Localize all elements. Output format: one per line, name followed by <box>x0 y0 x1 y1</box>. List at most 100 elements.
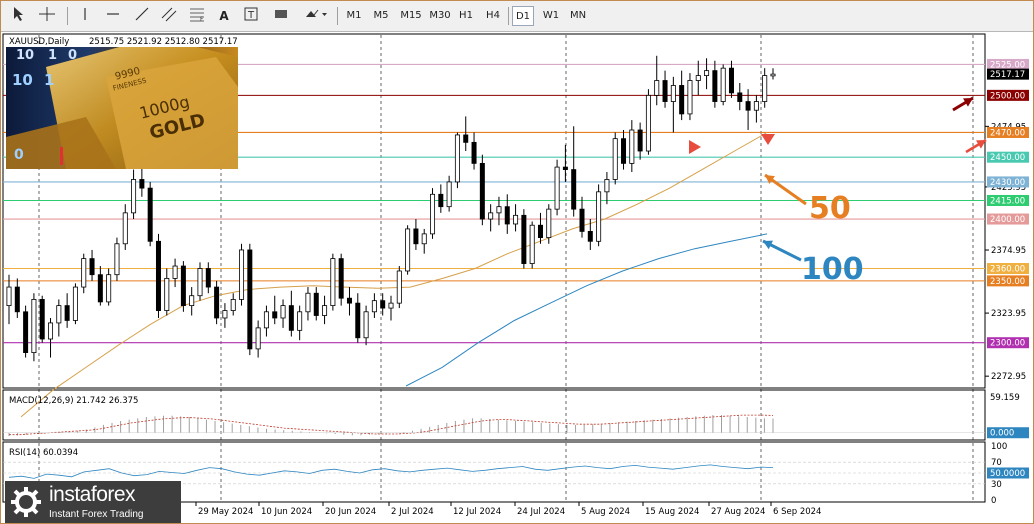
gold-bars-image: 10 1 0 10 1 0 9990 FINENESS 1000g GOLD <box>6 47 238 169</box>
candle-bull <box>454 134 460 183</box>
time-tick-label: 27 Aug 2024 <box>711 507 765 517</box>
candle-bear <box>247 249 253 350</box>
candle-bull <box>56 305 62 324</box>
candle-bear <box>728 67 734 94</box>
timeframe-mn[interactable]: MN <box>566 6 590 26</box>
candle-bear <box>579 208 585 232</box>
time-tick-label: 24 Jul 2024 <box>517 507 565 517</box>
crosshair-icon[interactable] <box>35 6 59 26</box>
trendline-icon[interactable] <box>131 6 153 26</box>
timeframe-h1[interactable]: H1 <box>455 6 477 26</box>
candle-bear <box>662 80 668 102</box>
candle-bear <box>39 299 45 340</box>
candle-bear <box>679 85 685 115</box>
candle-bear <box>205 268 211 288</box>
candle-bear <box>737 92 743 102</box>
watermark-tagline: Instant Forex Trading <box>49 509 144 520</box>
chart-toolbar: F A T M1 M5 M15 M30 H1 H4 D1 W1 MN <box>1 1 1033 32</box>
price-tick-label: 2272.95 <box>991 372 1026 382</box>
candle-bull <box>546 208 552 238</box>
price-tick-label: 2323.95 <box>991 309 1026 319</box>
rectangle-icon[interactable] <box>269 6 293 26</box>
img-digit: 1 <box>44 71 54 89</box>
ma100-annotation-label: 100 <box>801 252 864 287</box>
time-tick-label: 6 Sep 2024 <box>773 507 821 517</box>
candle-bear <box>562 166 568 170</box>
timeframe-d1-active[interactable]: D1 <box>512 6 534 26</box>
candle-bull <box>131 179 137 214</box>
candle-bull <box>172 265 178 279</box>
candle-bear <box>338 258 344 299</box>
svg-text:T: T <box>247 10 255 21</box>
candle-bear <box>272 311 278 319</box>
macd-label: MACD(12,26,9) 21.742 26.375 <box>9 396 138 406</box>
candle-bull <box>330 258 336 307</box>
price-axis: 2474.952425.952374.952323.952272.952525.… <box>985 32 1033 523</box>
candle-bear <box>413 228 419 245</box>
candle-bear <box>471 141 477 164</box>
candle-bear <box>504 206 510 225</box>
candle-bull <box>654 80 660 96</box>
text-icon[interactable]: A <box>215 6 233 26</box>
img-digit: 1 <box>48 48 57 63</box>
time-tick-label: 29 May 2024 <box>198 507 253 517</box>
text-label-icon[interactable]: T <box>241 6 261 26</box>
candle-bull <box>197 268 203 297</box>
candle-bear <box>745 101 751 111</box>
candle-bear <box>637 129 643 152</box>
candle-bull <box>695 75 701 81</box>
timeframe-m1[interactable]: M1 <box>343 6 365 26</box>
level-price-label: 2470.00 <box>990 128 1025 138</box>
rsi-axis-label: 70 <box>991 458 1002 468</box>
horizontal-line-icon[interactable] <box>101 6 125 26</box>
chart-symbol-label: XAUUSD,Daily <box>9 37 69 47</box>
candle-bull <box>164 278 170 311</box>
candle-bear <box>14 286 20 313</box>
ma50-annotation-label: 50 <box>809 191 851 226</box>
timeframe-m30[interactable]: M30 <box>426 6 454 26</box>
rsi-axis-label: 0 <box>991 496 996 506</box>
candle-bull <box>106 274 112 303</box>
candle-bull <box>612 138 618 180</box>
candle-bull <box>645 94 651 152</box>
trading-terminal-window: F A T M1 M5 M15 M30 H1 H4 D1 W1 MN 2425.… <box>0 0 1034 524</box>
timeframe-m15[interactable]: M15 <box>397 6 425 26</box>
svg-text:F: F <box>200 16 204 22</box>
fibonacci-icon[interactable]: F <box>185 6 209 26</box>
candle-bull <box>6 286 12 307</box>
macd-axis-label: 59.159 <box>990 393 1020 403</box>
cursor-icon[interactable] <box>9 6 29 26</box>
candle-bull <box>670 85 676 102</box>
instaforex-logo-icon <box>11 487 41 517</box>
candle-bull <box>687 80 693 115</box>
level-price-label: 2415.00 <box>990 196 1025 206</box>
candle-bull <box>263 311 269 329</box>
instaforex-watermark: instaforex Instant Forex Trading <box>5 481 181 523</box>
candle-bull <box>388 302 394 309</box>
candle-bull <box>31 299 37 354</box>
candle-bear <box>463 134 469 143</box>
timeframe-m5[interactable]: M5 <box>369 6 393 26</box>
timeframe-h4[interactable]: H4 <box>482 6 504 26</box>
channel-icon[interactable] <box>157 6 181 26</box>
rsi-label: RSI(14) 60.0394 <box>9 448 78 458</box>
rsi-axis-label: 30 <box>991 480 1002 490</box>
rsi-axis-label: 100 <box>991 442 1007 452</box>
candle-bull <box>604 179 610 193</box>
candle-bear <box>571 169 577 210</box>
shapes-dropdown-icon[interactable] <box>301 6 331 26</box>
level-price-label: 2350.00 <box>990 277 1025 287</box>
candle-bull <box>81 258 87 288</box>
candle-bear <box>97 274 103 303</box>
time-tick-label: 10 Jun 2024 <box>261 507 312 517</box>
candle-bear <box>89 258 95 276</box>
candle-bull <box>430 193 436 235</box>
timeframe-w1[interactable]: W1 <box>539 6 563 26</box>
vertical-line-icon[interactable] <box>75 6 95 26</box>
img-digit: 10 <box>12 71 33 89</box>
time-tick-label: 12 Jul 2024 <box>453 507 501 517</box>
level-price-label: 2300.00 <box>990 339 1025 349</box>
candle-bear <box>346 297 352 304</box>
candle-bull <box>529 224 535 264</box>
candle-bull <box>255 327 261 350</box>
